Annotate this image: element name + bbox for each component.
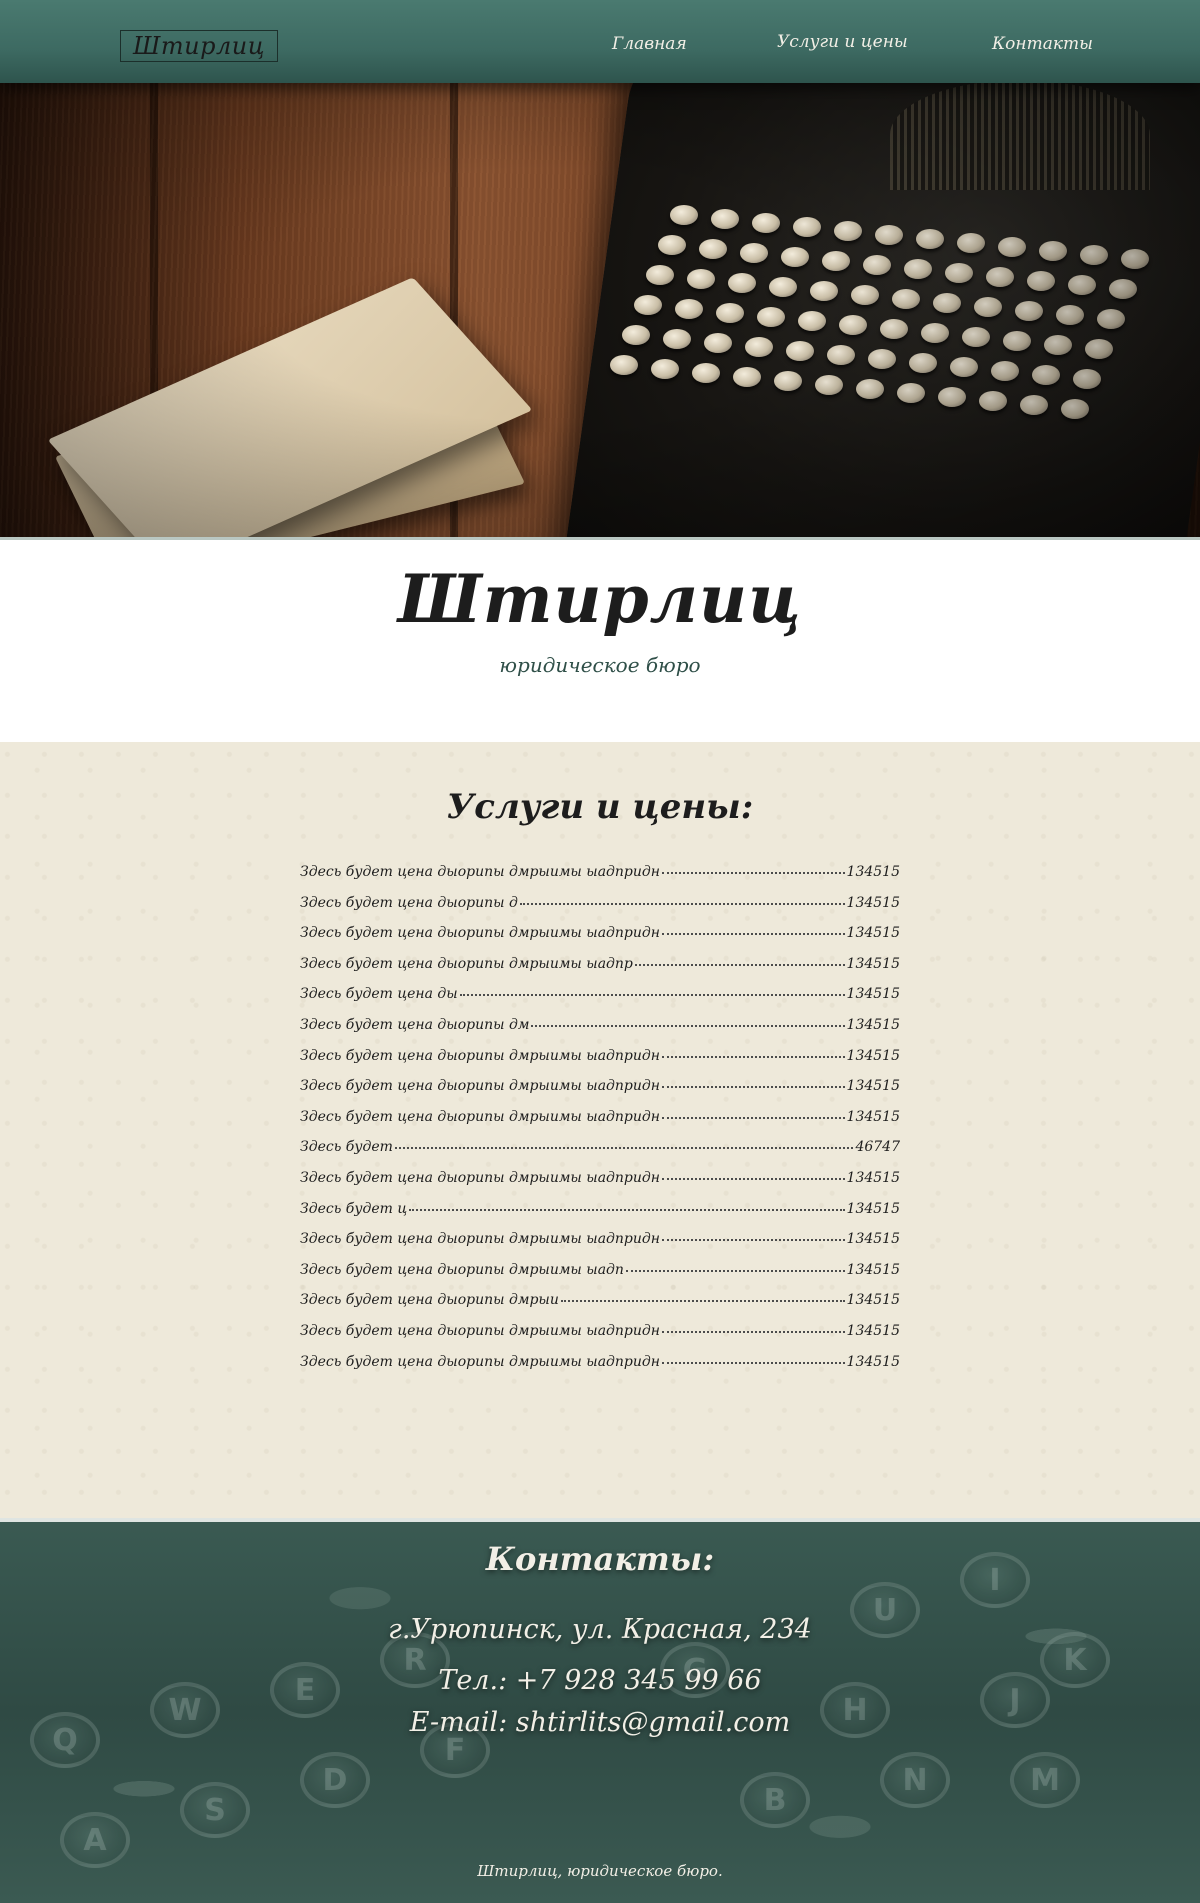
price-item-value: 134515 <box>846 1108 900 1125</box>
price-dot-leader <box>662 1350 845 1364</box>
price-item-value: 134515 <box>846 1016 900 1033</box>
price-list: Здесь будет цена дыорипы дмрыимы ыадприд… <box>300 862 900 1382</box>
price-dot-leader <box>409 1197 845 1211</box>
price-row: Здесь будет цена дыорипы дмрыимы ыадприд… <box>300 1321 900 1352</box>
services-section: Услуги и цены: Здесь будет цена дыорипы … <box>0 742 1200 1518</box>
price-row: Здесь будет цена дыорипы дмрыимы ыадприд… <box>300 923 900 954</box>
price-row: Здесь будет цена дыорипы дмрыимы ыадприд… <box>300 1229 900 1260</box>
price-item-name: Здесь будет цена дыорипы дмрыимы ыадприд… <box>300 1169 661 1186</box>
price-item-name: Здесь будет цена ды <box>300 986 458 1003</box>
contact-address: г.Урюпинск, ул. Красная, 234 <box>388 1614 812 1645</box>
price-item-value: 134515 <box>846 1292 900 1309</box>
price-row: Здесь будет цена дыорипы дмрыимы ыадпр 13… <box>300 954 900 985</box>
price-row: Здесь будет цена дыорипы дмрыимы ыадприд… <box>300 1076 900 1107</box>
price-dot-leader <box>662 860 845 874</box>
price-dot-leader <box>662 1227 845 1242</box>
price-item-name: Здесь будет цена дыорипы дмрыи <box>300 1292 559 1309</box>
price-item-value: 134515 <box>846 955 900 972</box>
price-dot-leader <box>662 921 845 936</box>
price-item-value: 134515 <box>846 1169 900 1186</box>
price-item-name: Здесь будет цена дыорипы дмрыимы ыадприд… <box>300 1108 661 1125</box>
footer-copyright: Штирлиц, юридическое бюро. <box>477 1862 723 1880</box>
price-dot-leader <box>531 1013 845 1027</box>
price-dot-leader <box>662 1105 845 1119</box>
keyboard-key-decoration: B <box>740 1772 810 1828</box>
contact-email[interactable]: E-mail: shtirlits@gmail.com <box>0 1707 1200 1738</box>
main-nav: Главная Услуги и цены Контакты <box>0 32 1200 58</box>
keyboard-key-decoration: D <box>300 1752 370 1808</box>
price-item-value: 134515 <box>846 1231 900 1248</box>
price-dot-leader <box>662 1074 845 1089</box>
price-dot-leader <box>634 952 845 966</box>
price-item-name: Здесь будет цена дыорипы дмрыимы ыадприд… <box>300 1231 661 1248</box>
price-item-value: 134515 <box>846 1322 900 1339</box>
contacts-title: Контакты: <box>485 1540 715 1578</box>
keyboard-key-decoration: A <box>60 1812 130 1868</box>
price-item-name: Здесь будет цена дыорипы дмрыимы ыадпр <box>300 955 633 972</box>
price-dot-leader <box>560 1288 845 1303</box>
contact-phone[interactable]: Тел.: +7 928 345 99 66 <box>0 1665 1200 1696</box>
keyboard-key-decoration: N <box>880 1752 950 1808</box>
price-dot-leader <box>459 982 845 997</box>
price-dot-leader <box>394 1135 854 1150</box>
price-item-value: 134515 <box>846 1261 900 1278</box>
price-item-name: Здесь будет цена дыорипы дм <box>300 1016 530 1033</box>
keyboard-key-decoration: S <box>180 1782 250 1838</box>
price-row: Здесь будет цена дыорипы дмрыимы ыадприд… <box>300 1352 900 1383</box>
price-row: Здесь будет цена дыорипы д 134515 <box>300 893 900 924</box>
price-item-value: 134515 <box>846 1200 900 1217</box>
price-row: Здесь будет цена дыорипы дмрыимы ыадприд… <box>300 1107 900 1138</box>
price-item-value: 134515 <box>846 864 900 880</box>
price-item-name: Здесь будет цена дыорипы дмрыимы ыадприд… <box>300 1047 661 1064</box>
price-row: Здесь будет цена дыорипы дмрыимы ыадп 134… <box>300 1260 900 1291</box>
price-item-name: Здесь будет цена дыорипы дмрыимы ыадприд… <box>300 1353 661 1370</box>
price-item-name: Здесь будет <box>300 1139 393 1156</box>
site-subtitle: юридическое бюро <box>499 653 701 677</box>
price-dot-leader <box>625 1258 845 1272</box>
price-dot-leader <box>662 1044 845 1058</box>
price-item-value: 134515 <box>846 1047 900 1064</box>
price-item-value: 46747 <box>855 1139 900 1156</box>
site-title: Штирлиц <box>398 560 802 638</box>
nav-services-link[interactable]: Услуги и цены <box>777 32 908 52</box>
price-row: Здесь будет цена дыорипы дмрыимы ыадприд… <box>300 1168 900 1199</box>
keyboard-key-decoration: M <box>1010 1752 1080 1808</box>
price-item-value: 134515 <box>846 925 900 942</box>
price-dot-leader <box>662 1319 845 1333</box>
contacts-section: QWERASDFJKUIHNMBG Контакты: г.Урюпинск, … <box>0 1518 1200 1903</box>
price-row: Здесь будет цена ды 134515 <box>300 984 900 1015</box>
price-row: Здесь будет цена дыорипы дмрыимы ыадприд… <box>300 1046 900 1077</box>
price-item-value: 134515 <box>846 1078 900 1095</box>
price-item-name: Здесь будет цена дыорипы дмрыимы ыадприд… <box>300 1078 661 1095</box>
nav-home-link[interactable]: Главная <box>612 34 687 54</box>
price-item-name: Здесь будет цена дыорипы д <box>300 894 518 911</box>
price-row: Здесь будет цена дыорипы дм 134515 <box>300 1015 900 1046</box>
price-row: Здесь будет ц 134515 <box>300 1199 900 1230</box>
price-item-value: 134515 <box>846 986 900 1003</box>
intro-section: Штирлиц юридическое бюро <box>0 537 1200 742</box>
price-item-value: 134515 <box>846 894 900 911</box>
price-item-name: Здесь будет ц <box>300 1200 408 1217</box>
price-item-name: Здесь будет цена дыорипы дмрыимы ыадп <box>300 1261 624 1278</box>
price-item-name: Здесь будет цена дыорипы дмрыимы ыадприд… <box>300 864 661 880</box>
top-navigation-bar: Штирлиц Главная Услуги и цены Контакты <box>0 0 1200 83</box>
price-dot-leader <box>519 891 845 905</box>
price-row: Здесь будет цена дыорипы дмрыимы ыадприд… <box>300 862 900 893</box>
services-title: Услуги и цены: <box>446 787 754 827</box>
price-item-name: Здесь будет цена дыорипы дмрыимы ыадприд… <box>300 1322 661 1339</box>
price-dot-leader <box>662 1166 845 1180</box>
price-item-name: Здесь будет цена дыорипы дмрыимы ыадприд… <box>300 925 661 942</box>
price-item-value: 134515 <box>846 1353 900 1370</box>
nav-contacts-link[interactable]: Контакты <box>992 34 1093 54</box>
price-row: Здесь будет цена дыорипы дмрыи 134515 <box>300 1290 900 1321</box>
price-row: Здесь будет 46747 <box>300 1137 900 1168</box>
